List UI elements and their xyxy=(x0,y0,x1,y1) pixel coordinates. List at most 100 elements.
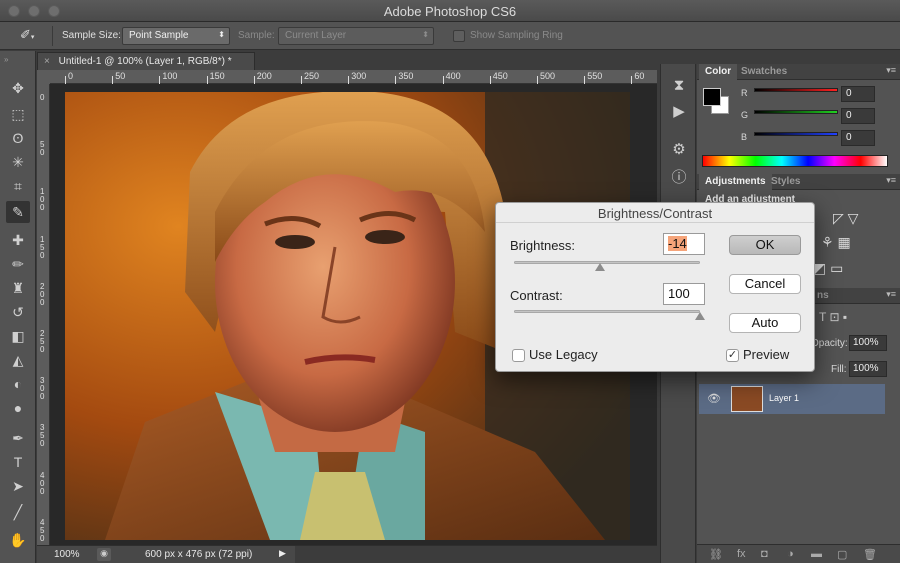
brightness-input[interactable]: -14 xyxy=(663,233,705,255)
horizontal-scrollbar[interactable] xyxy=(295,546,657,563)
info-icon[interactable]: ⓘ xyxy=(669,168,689,188)
vertical-ruler[interactable]: 0 5 0 1 0 0 1 5 0 2 0 0 2 5 0 3 0 0 3 5 0 4 0 0 4… xyxy=(37,84,50,545)
contrast-slider-track[interactable] xyxy=(514,310,700,313)
contrast-input[interactable]: 100 xyxy=(663,283,705,305)
blue-value-input[interactable]: 0 xyxy=(841,130,875,146)
brush-tool-icon[interactable]: ✏ xyxy=(6,253,30,275)
tab-color[interactable]: Color xyxy=(699,64,738,80)
show-sampling-ring-checkbox[interactable] xyxy=(453,30,465,42)
tools-panel: » ✥ ⬚ ʘ ✳ ⌗ ✎ ✚ ✏ ♜ ↺ ◧ ◭ ◐ ● ✒ T ➤ ╱ ✋ xyxy=(0,51,36,563)
move-tool-icon[interactable]: ✥ xyxy=(6,77,30,99)
history-icon[interactable]: ⧗ xyxy=(669,76,689,96)
collapse-icon[interactable]: » xyxy=(4,55,8,64)
cancel-button[interactable]: Cancel xyxy=(729,274,801,294)
play-arrow-icon[interactable]: ▶ xyxy=(279,548,286,559)
sample-select[interactable]: Current Layer ⬍ xyxy=(278,27,434,45)
layer-name[interactable]: Layer 1 xyxy=(769,393,799,403)
blur-tool-icon[interactable]: ◐ xyxy=(6,373,30,395)
tool-presets-icon[interactable]: ⚙ xyxy=(669,140,689,160)
ruler-h-tick-label: 400 xyxy=(445,71,461,81)
tab-adjustments[interactable]: Adjustments xyxy=(699,174,772,190)
actions-play-icon[interactable]: ▶ xyxy=(669,102,689,122)
pen-tool-icon[interactable]: ✒ xyxy=(6,427,30,449)
horizontal-ruler[interactable]: 0 50 100 150 200 250 300 350 400 450 500 550 60 xyxy=(50,70,657,84)
tab-swatches[interactable]: Swatches xyxy=(735,64,793,80)
trash-icon[interactable]: 🗑 xyxy=(863,548,877,561)
magic-wand-tool-icon[interactable]: ✳ xyxy=(6,151,30,173)
blue-slider-track[interactable] xyxy=(754,132,838,136)
ruler-h-tick xyxy=(442,76,444,84)
use-legacy-checkbox[interactable] xyxy=(512,349,525,362)
sample-size-select[interactable]: Point Sample ⬍ xyxy=(122,27,230,45)
sample-size-value: Point Sample xyxy=(129,30,189,41)
eyedropper-preset-icon[interactable]: ✐▾ xyxy=(20,27,46,45)
fill-input[interactable]: 100% xyxy=(849,361,887,377)
ruler-h-tick-label: 550 xyxy=(587,71,603,81)
new-layer-icon[interactable]: ▢ xyxy=(837,548,847,561)
add-mask-icon[interactable]: ◘ xyxy=(761,548,768,560)
color-spectrum-bar[interactable] xyxy=(702,155,888,167)
ruler-h-tick-label: 100 xyxy=(162,71,178,81)
layer-row[interactable]: 👁 Layer 1 xyxy=(699,384,885,414)
ruler-v-tick-label: 0 xyxy=(40,93,45,102)
eye-visibility-icon[interactable]: 👁 xyxy=(707,392,721,405)
brightness-slider-thumb[interactable] xyxy=(595,263,606,271)
line-tool-icon[interactable]: ╱ xyxy=(6,501,30,523)
divider xyxy=(52,26,53,46)
close-tab-icon[interactable]: × xyxy=(44,56,50,67)
paint-bucket-tool-icon[interactable]: ◭ xyxy=(6,349,30,371)
new-group-icon[interactable]: ▬ xyxy=(811,548,822,560)
gradient-map-icon[interactable]: ◸ ▽ xyxy=(833,210,858,227)
history-brush-tool-icon[interactable]: ↺ xyxy=(6,301,30,323)
green-value-input[interactable]: 0 xyxy=(841,108,875,124)
document-tab[interactable]: × Untitled-1 @ 100% (Layer 1, RGB/8*) * xyxy=(37,52,255,70)
auto-button[interactable]: Auto xyxy=(729,313,801,333)
ruler-h-tick xyxy=(395,76,397,84)
healing-brush-tool-icon[interactable]: ✚ xyxy=(6,229,30,251)
path-selection-tool-icon[interactable]: ➤ xyxy=(6,475,30,497)
window-title: Adobe Photoshop CS6 xyxy=(383,4,517,19)
ruler-h-tick-label: 50 xyxy=(115,71,126,81)
eyedropper-tool-icon[interactable]: ✎ xyxy=(6,201,30,223)
selective-color-icon[interactable]: ◩ ▭ xyxy=(813,260,843,277)
tab-styles[interactable]: Styles xyxy=(765,174,806,190)
brightness-slider-track[interactable] xyxy=(514,261,700,264)
green-slider-track[interactable] xyxy=(754,110,838,114)
layer-filter-icons[interactable]: T ⊡ ▪ xyxy=(819,310,847,324)
red-slider-track[interactable] xyxy=(754,88,838,92)
share-icon[interactable]: ◉ xyxy=(97,548,111,561)
preview-checkbox[interactable]: ✓ xyxy=(726,349,739,362)
brightness-value: -14 xyxy=(668,236,687,251)
crop-tool-icon[interactable]: ⌗ xyxy=(6,175,30,197)
lasso-tool-icon[interactable]: ʘ xyxy=(6,127,30,149)
eraser-tool-icon[interactable]: ◧ xyxy=(6,325,30,347)
red-value-input[interactable]: 0 xyxy=(841,86,875,102)
ruler-v-tick-label: 1 0 0 xyxy=(40,187,45,213)
ruler-h-tick xyxy=(206,76,208,84)
show-sampling-ring-label: Show Sampling Ring xyxy=(470,30,563,41)
layer-thumbnail xyxy=(731,386,763,412)
new-adjustment-layer-icon[interactable]: ◑ xyxy=(787,548,794,560)
fx-icon[interactable]: fx xyxy=(737,548,746,560)
clone-stamp-tool-icon[interactable]: ♜ xyxy=(6,277,30,299)
preview-label: Preview xyxy=(743,347,790,362)
type-tool-icon[interactable]: T xyxy=(6,451,30,473)
red-label: R xyxy=(741,88,748,98)
dodge-tool-icon[interactable]: ● xyxy=(6,397,30,419)
ruler-v-tick-label: 3 0 0 xyxy=(40,376,45,402)
opacity-input[interactable]: 100% xyxy=(849,335,887,351)
chevron-updown-icon: ⬍ xyxy=(218,30,225,39)
hand-tool-icon[interactable]: ✋ xyxy=(6,529,30,551)
ruler-v-tick-label: 4 0 0 xyxy=(40,470,45,496)
ok-button[interactable]: OK xyxy=(729,235,801,255)
zoom-level[interactable]: 100% xyxy=(54,549,80,560)
sample-label: Sample: xyxy=(238,30,275,41)
panel-menu-icon[interactable]: ▾≡ xyxy=(886,289,896,300)
panel-menu-icon[interactable]: ▾≡ xyxy=(886,175,896,186)
panel-menu-icon[interactable]: ▾≡ xyxy=(886,65,896,76)
contrast-slider-thumb[interactable] xyxy=(695,312,705,320)
ruler-v-tick-label: 1 5 0 xyxy=(40,234,45,260)
channel-mixer-icon[interactable]: ⚘ ▦ xyxy=(821,234,851,251)
marquee-tool-icon[interactable]: ⬚ xyxy=(6,103,30,125)
link-layers-icon[interactable]: ⛓ xyxy=(709,548,723,561)
